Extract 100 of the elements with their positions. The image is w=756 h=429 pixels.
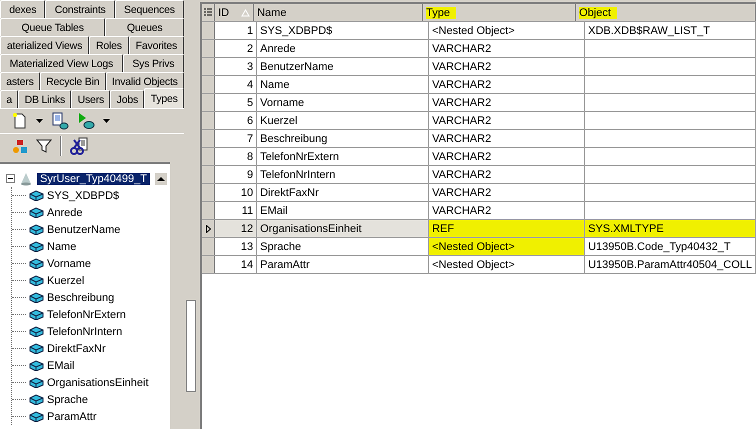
table-cell: SYS.XMLTYPE xyxy=(585,220,756,237)
table-cell: BenutzerName xyxy=(257,58,430,75)
tree-item[interactable]: TelefonNrExtern xyxy=(47,308,126,320)
table-cell: 3 xyxy=(215,58,258,75)
database-document-icon[interactable] xyxy=(51,112,69,130)
tab[interactable]: Sequences xyxy=(114,0,184,18)
table-cell: VARCHAR2 xyxy=(429,184,586,201)
attribute-icon xyxy=(29,224,44,235)
tab[interactable]: Users xyxy=(71,90,110,108)
row-indicator[interactable] xyxy=(202,220,216,237)
tab[interactable]: Queues xyxy=(105,18,184,36)
table-cell: 6 xyxy=(215,112,258,129)
table-cell: VARCHAR2 xyxy=(429,202,586,219)
header-label: Type xyxy=(426,6,456,18)
column-header[interactable]: Type xyxy=(423,4,576,21)
table-cell: 14 xyxy=(215,256,258,273)
tree-item[interactable]: OrganisationsEinheit xyxy=(47,376,149,388)
table-cell: Kuerzel xyxy=(257,112,430,129)
attribute-icon xyxy=(29,309,44,320)
splitter-handle[interactable] xyxy=(186,300,196,392)
table-cell: VARCHAR2 xyxy=(429,148,586,165)
tree-item[interactable]: Kuerzel xyxy=(47,274,84,286)
table-cell: Vorname xyxy=(257,94,430,111)
tree-item[interactable]: BenutzerName xyxy=(47,224,120,236)
table-cell: VARCHAR2 xyxy=(429,58,586,75)
table-cell: VARCHAR2 xyxy=(429,130,586,147)
collapse-icon[interactable] xyxy=(6,174,15,183)
column-header[interactable]: Name xyxy=(254,4,424,21)
current-row-icon xyxy=(206,224,211,232)
attribute-icon xyxy=(29,292,44,303)
table-cell: DirektFaxNr xyxy=(257,184,430,201)
table-cell: TelefonNrExtern xyxy=(257,148,430,165)
table-cell: 9 xyxy=(215,166,258,183)
attribute-icon xyxy=(29,343,44,354)
tab[interactable]: a xyxy=(0,90,18,108)
header-label: Name xyxy=(257,6,286,18)
table-cell: 4 xyxy=(215,76,258,93)
attribute-icon xyxy=(29,411,44,422)
table-cell: <Nested Object> xyxy=(429,238,586,255)
table-cell: EMail xyxy=(257,202,430,219)
list-icon xyxy=(204,8,212,17)
table-cell: Name xyxy=(257,76,430,93)
tab[interactable]: asters xyxy=(0,72,40,90)
caret-icon[interactable] xyxy=(103,119,110,123)
tab[interactable]: Materialized View Logs xyxy=(0,54,123,72)
table-cell: U13950B.Code_Typ40432_T xyxy=(585,238,756,255)
table-cell: VARCHAR2 xyxy=(429,112,586,129)
tree-item[interactable]: Sprache xyxy=(47,394,88,406)
tree-item[interactable]: TelefonNrIntern xyxy=(47,326,122,338)
tab[interactable]: Roles xyxy=(89,36,129,54)
column-header[interactable]: Object xyxy=(576,4,756,21)
tab[interactable]: Queue Tables xyxy=(0,18,106,36)
tab[interactable]: Sys Privs xyxy=(122,54,184,72)
table-cell: 8 xyxy=(215,148,258,165)
tree-item[interactable]: Name xyxy=(47,240,76,252)
table-cell: 5 xyxy=(215,94,258,111)
tree-item[interactable]: Vorname xyxy=(47,258,92,270)
tree-item[interactable]: Anrede xyxy=(47,206,82,218)
column-header[interactable]: ID xyxy=(215,4,254,21)
filter-icon[interactable] xyxy=(36,138,52,154)
tree-item[interactable]: DirektFaxNr xyxy=(47,342,106,354)
attribute-icon xyxy=(29,258,44,269)
table-cell: VARCHAR2 xyxy=(429,76,586,93)
table-cell: TelefonNrIntern xyxy=(257,166,430,183)
new-document-icon[interactable] xyxy=(12,113,28,129)
tree-item[interactable]: SyrUser_Typ40499_T xyxy=(37,172,150,184)
scissors-document-icon[interactable] xyxy=(70,137,90,155)
cone-icon xyxy=(19,172,33,186)
table-cell: 13 xyxy=(215,238,258,255)
table-cell: <Nested Object> xyxy=(429,22,586,39)
tree-item[interactable]: EMail xyxy=(47,360,75,372)
tree-item[interactable]: SYS_XDBPD$ xyxy=(47,190,120,202)
run-database-icon[interactable] xyxy=(77,112,95,130)
tab[interactable]: DB Links xyxy=(18,90,72,108)
attribute-icon xyxy=(29,394,44,405)
caret-icon[interactable] xyxy=(36,119,43,123)
tree-item[interactable]: ParamAttr xyxy=(47,410,97,422)
header-label: Object xyxy=(579,6,617,18)
tab[interactable]: aterialized Views xyxy=(0,36,90,54)
tab[interactable]: Recycle Bin xyxy=(40,72,106,90)
table-cell: VARCHAR2 xyxy=(429,166,586,183)
tab[interactable]: Types xyxy=(144,88,184,108)
table-cell: 1 xyxy=(215,22,258,39)
objects-icon[interactable] xyxy=(12,138,28,154)
tab[interactable]: Favorites xyxy=(128,36,184,54)
table-cell: OrganisationsEinheit xyxy=(257,220,430,237)
table-cell: 12 xyxy=(215,220,258,237)
tab[interactable]: Constraints xyxy=(45,0,115,18)
attribute-icon xyxy=(29,377,44,388)
tab[interactable]: Invalid Objects xyxy=(106,72,184,90)
attribute-icon xyxy=(29,241,44,252)
table-cell: 10 xyxy=(215,184,258,201)
tree-item[interactable]: Beschreibung xyxy=(47,292,114,304)
tab[interactable]: dexes xyxy=(0,0,46,18)
table-cell: VARCHAR2 xyxy=(429,94,586,111)
tab[interactable]: Jobs xyxy=(110,90,144,108)
scroll-up-icon[interactable] xyxy=(154,172,168,186)
table-cell: Beschreibung xyxy=(257,130,430,147)
attribute-icon xyxy=(29,190,44,201)
table-cell: 2 xyxy=(215,40,258,57)
